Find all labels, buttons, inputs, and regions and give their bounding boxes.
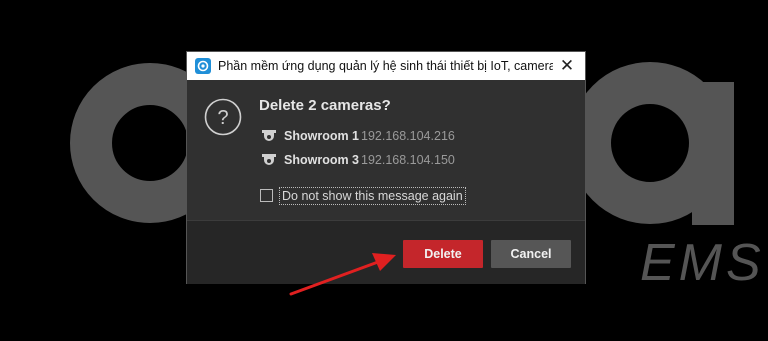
dome-camera-icon — [262, 154, 276, 165]
camera-ip: 192.168.104.216 — [361, 129, 455, 143]
dialog-titlebar: Phần mềm ứng dụng quản lý hệ sinh thái t… — [187, 52, 585, 80]
camera-name: Showroom 3 — [284, 153, 360, 167]
cancel-button[interactable]: Cancel — [491, 240, 571, 268]
camera-name: Showroom 1 — [284, 129, 360, 143]
dialog-footer: Delete Cancel — [187, 220, 585, 284]
dont-show-again-checkbox[interactable] — [260, 189, 273, 202]
close-button[interactable]: ✕ — [557, 56, 577, 76]
delete-cameras-dialog: Phần mềm ứng dụng quản lý hệ sinh thái t… — [186, 51, 586, 284]
camera-ip: 192.168.104.150 — [361, 153, 455, 167]
question-icon: ? — [204, 98, 242, 136]
app-icon — [195, 58, 211, 74]
delete-button[interactable]: Delete — [403, 240, 483, 268]
dialog-message: Delete 2 cameras? — [259, 97, 391, 114]
dont-show-again-label[interactable]: Do not show this message again — [279, 187, 466, 205]
dome-camera-icon — [262, 130, 276, 141]
background-tagline: EMS — [640, 234, 765, 292]
svg-text:?: ? — [217, 107, 228, 129]
dialog-title: Phần mềm ứng dụng quản lý hệ sinh thái t… — [218, 59, 553, 73]
